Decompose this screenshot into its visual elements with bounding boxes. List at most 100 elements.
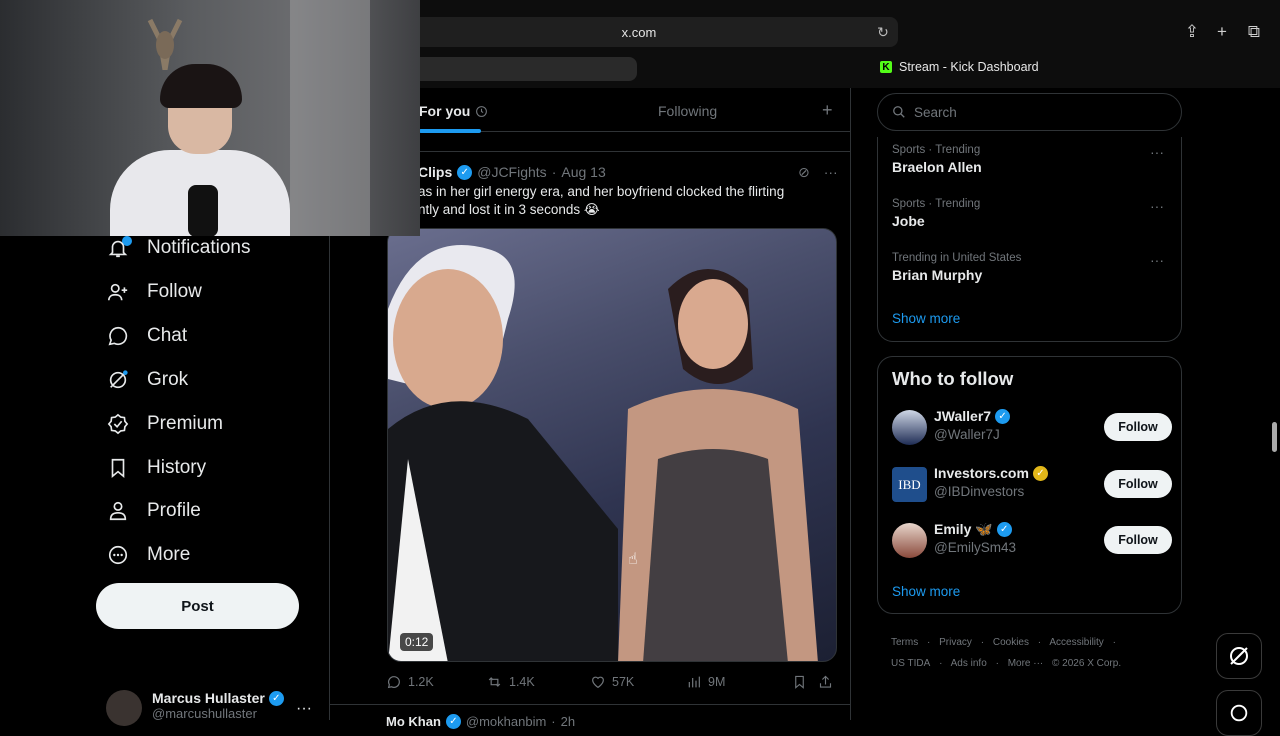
trends-show-more-link[interactable]: Show more — [892, 311, 960, 326]
scrollbar[interactable] — [1272, 422, 1277, 452]
who-to-follow-show-more-link[interactable]: Show more — [892, 584, 960, 599]
tweet-text: as in her girl energy era, and her boyfr… — [418, 184, 785, 217]
separator: · — [939, 658, 943, 669]
account-name: Marcus Hullaster — [152, 690, 265, 706]
tweet-date[interactable]: Aug 13 — [561, 164, 605, 180]
tweet-author-handle[interactable]: @JCFights — [477, 164, 546, 180]
video-player[interactable]: 0:12 ☝ — [387, 228, 837, 662]
grok-icon — [106, 368, 130, 392]
avatar — [106, 690, 142, 726]
more-dots-icon[interactable]: ··· — [1150, 144, 1164, 160]
separator: · — [1037, 637, 1042, 648]
nav-more[interactable]: More — [106, 543, 190, 567]
like-button[interactable]: 57K — [590, 674, 686, 690]
footer-link-cookies[interactable]: Cookies — [993, 637, 1029, 648]
url-text: x.com — [621, 24, 657, 40]
video-frame-person — [618, 269, 818, 661]
webcam-overlay — [0, 0, 420, 236]
nav-profile[interactable]: Profile — [106, 499, 201, 523]
share-icon[interactable]: ⇪ — [1182, 22, 1202, 42]
footer-link-privacy[interactable]: Privacy — [939, 637, 972, 648]
tabs-overview-icon[interactable]: ⧉ — [1244, 22, 1264, 42]
search-input[interactable]: Search — [877, 93, 1182, 131]
footer-link-terms[interactable]: Terms — [891, 637, 918, 648]
tweet-top-actions: ⊘ ··· — [798, 164, 838, 181]
nav-label: Grok — [147, 369, 189, 390]
follow-suggestion[interactable]: JWaller7 ✓ @Waller7J Follow — [892, 408, 1176, 448]
more-dots-icon[interactable]: ··· — [296, 700, 312, 718]
address-bar[interactable]: x.com ↻ — [380, 17, 898, 47]
more-dots-icon[interactable]: ··· — [1150, 198, 1164, 214]
views-button[interactable]: 9M — [686, 674, 792, 690]
suggestion-handle: @Waller7J — [934, 427, 1000, 442]
trend-meta: Sports · Trending — [892, 198, 981, 210]
browser-tab-kick[interactable]: K Stream - Kick Dashboard — [880, 60, 1039, 74]
nav-label: Chat — [147, 325, 188, 346]
heart-icon — [592, 676, 604, 689]
share-button[interactable] — [818, 674, 838, 690]
trend-item[interactable]: Sports · Trending Braelon Allen ··· — [892, 144, 1172, 175]
bell-icon — [106, 236, 130, 260]
nav-chat[interactable]: Chat — [106, 324, 187, 348]
nav-follow[interactable]: Follow — [106, 280, 202, 304]
mouse-cursor-icon: ☝ — [628, 551, 638, 568]
nav-premium[interactable]: Premium — [106, 412, 223, 436]
footer-link-us-tida[interactable]: US TIDA — [891, 658, 930, 669]
deer-head-decor — [147, 18, 183, 70]
nav-label: Profile — [147, 500, 201, 521]
nav-history[interactable]: History — [106, 456, 206, 480]
person-icon — [106, 499, 130, 523]
avatar — [892, 523, 927, 558]
trend-item[interactable]: Trending in United States Brian Murphy ·… — [892, 252, 1172, 283]
avatar: IBD — [892, 467, 927, 502]
follow-button[interactable]: Follow — [1104, 413, 1172, 441]
nav-grok[interactable]: Grok — [106, 368, 188, 392]
tab-for-you[interactable]: For you — [419, 103, 488, 119]
more-dots-icon[interactable]: ··· — [824, 164, 838, 181]
separator: · — [551, 714, 556, 729]
tweet-author-name[interactable]: Mo Khan — [386, 714, 441, 729]
grok-explain-icon[interactable]: ⊘ — [798, 164, 810, 181]
separator: · — [551, 164, 557, 180]
repost-icon — [488, 677, 501, 687]
copyright: © 2026 X Corp. — [1052, 658, 1122, 669]
search-icon — [893, 106, 905, 118]
trend-meta: Sports · Trending — [892, 144, 981, 156]
footer-link-ads-info[interactable]: Ads info — [951, 658, 987, 669]
new-tab-icon[interactable]: + — [1212, 22, 1232, 42]
tweet-author-handle[interactable]: @mokhanbim — [466, 714, 546, 729]
follow-suggestion[interactable]: IBD Investors.com ✓ @IBDinvestors Follow — [892, 465, 1176, 505]
separator: · — [1112, 637, 1116, 648]
follow-suggestion[interactable]: Emily 🦋 ✓ @EmilySm43 Follow — [892, 521, 1176, 561]
grok-icon — [1230, 647, 1248, 665]
reload-icon[interactable]: ↻ — [874, 23, 892, 41]
tweet-author-name[interactable]: Clips — [418, 164, 452, 180]
follow-button[interactable]: Follow — [1104, 470, 1172, 498]
verified-icon: ✓ — [445, 714, 461, 729]
footer-link-accessibility[interactable]: Accessibility — [1049, 637, 1103, 648]
separator: · — [980, 637, 985, 648]
suggestion-handle: @IBDinvestors — [934, 484, 1025, 499]
tweet-time[interactable]: 2h — [561, 714, 575, 729]
reply-button[interactable]: 1.2K — [386, 674, 486, 690]
add-person-icon — [106, 280, 130, 304]
video-frame-person — [388, 245, 618, 661]
verified-gold-icon: ✓ — [1032, 465, 1048, 481]
follow-button[interactable]: Follow — [1104, 526, 1172, 554]
footer-link-more[interactable]: More ··· — [1008, 658, 1044, 669]
bookmark-button[interactable] — [792, 674, 818, 690]
account-switcher[interactable]: Marcus Hullaster ✓ @marcushullaster — [106, 690, 284, 726]
tab-following[interactable]: Following — [658, 103, 717, 119]
footer-links: Terms · Privacy · Cookies · Accessibilit… — [891, 632, 1171, 674]
grok-fab-button[interactable] — [1216, 633, 1262, 679]
repost-button[interactable]: 1.4K — [486, 674, 590, 690]
suggestion-handle: @EmilySm43 — [934, 540, 1016, 555]
more-dots-icon[interactable]: ··· — [1150, 252, 1164, 268]
nav-notifications[interactable]: Notifications — [106, 236, 251, 260]
add-tab-icon[interactable]: + — [822, 100, 833, 121]
separator: · — [927, 637, 931, 648]
trend-item[interactable]: Sports · Trending Jobe ··· — [892, 198, 1172, 229]
who-to-follow-panel: Who to follow JWaller7 ✓ @Waller7J Follow… — [877, 356, 1182, 614]
post-button[interactable]: Post — [96, 583, 299, 629]
messages-fab-button[interactable] — [1216, 690, 1262, 736]
